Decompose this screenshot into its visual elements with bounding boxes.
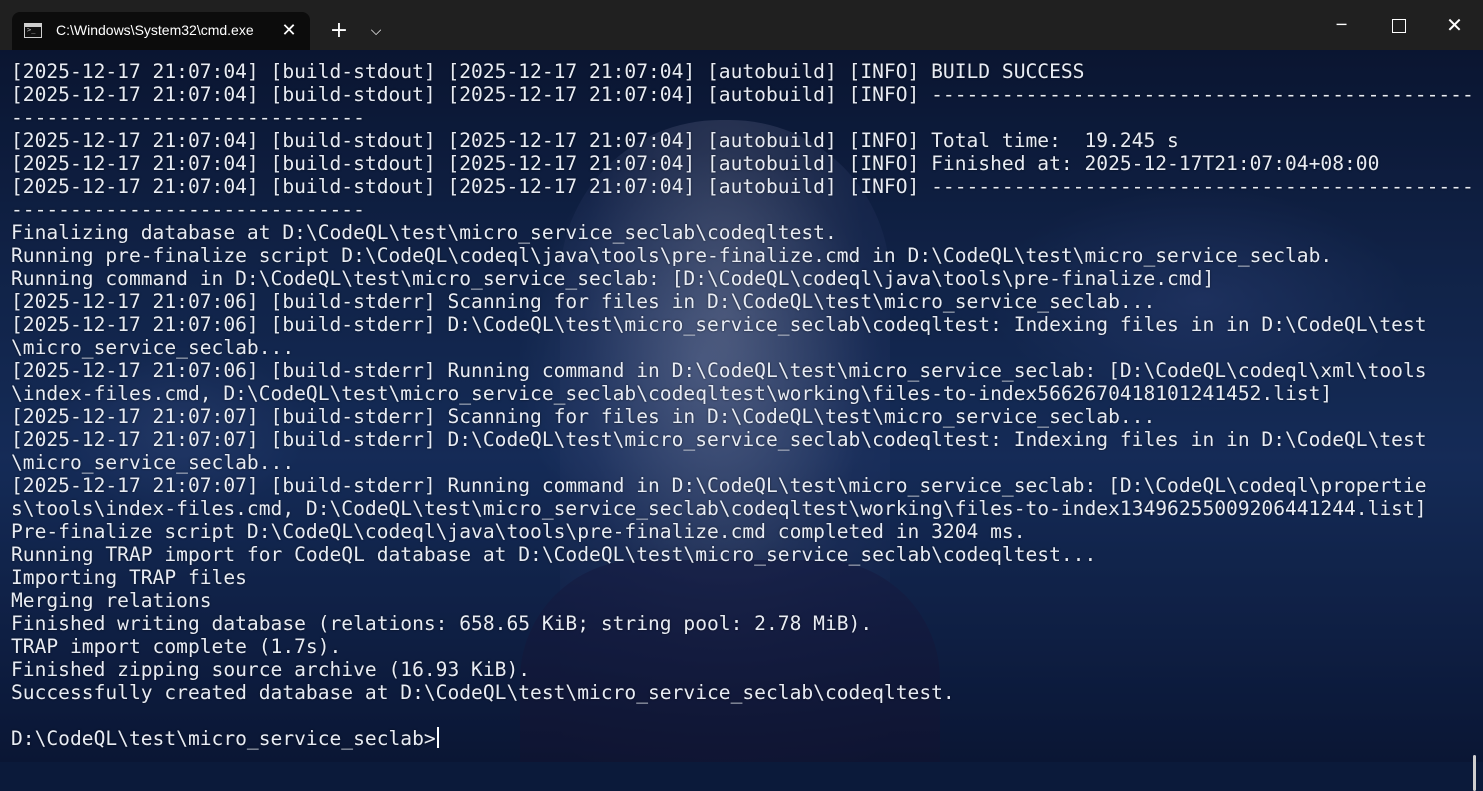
new-tab-button[interactable]: + xyxy=(325,17,353,45)
output-line xyxy=(11,704,1471,727)
command-prompt: D:\CodeQL\test\micro_service_seclab> xyxy=(11,727,436,750)
output-line: [2025-12-17 21:07:07] [build-stderr] Sca… xyxy=(11,405,1156,428)
output-line: Finalizing database at D:\CodeQL\test\mi… xyxy=(11,221,837,244)
output-line: Merging relations xyxy=(11,589,212,612)
output-line: Running command in D:\CodeQL\test\micro_… xyxy=(11,267,1215,290)
output-line: [2025-12-17 21:07:06] [build-stderr] Sca… xyxy=(11,290,1156,313)
close-window-button[interactable]: ✕ xyxy=(1426,0,1483,50)
output-line: Pre-finalize script D:\CodeQL\codeql\jav… xyxy=(11,520,1026,543)
terminal-icon xyxy=(24,23,42,38)
output-line: [2025-12-17 21:07:07] [build-stderr] Run… xyxy=(11,474,1427,497)
output-line: s\tools\index-files.cmd, D:\CodeQL\test\… xyxy=(11,497,1427,520)
output-line: Running pre-finalize script D:\CodeQL\co… xyxy=(11,244,1333,267)
output-lines: [2025-12-17 21:07:04] [build-stdout] [20… xyxy=(11,60,1471,750)
title-bar: C:\Windows\System32\cmd.exe ✕ + ⌵ ─ ✕ xyxy=(0,0,1483,50)
scrollbar[interactable] xyxy=(1473,755,1476,791)
output-line: Finished writing database (relations: 65… xyxy=(11,612,873,635)
output-line: [2025-12-17 21:07:04] [build-stdout] [20… xyxy=(11,129,1179,152)
output-line: [2025-12-17 21:07:04] [build-stdout] [20… xyxy=(11,175,1471,198)
output-line: ------------------------------ xyxy=(11,106,365,129)
output-line: Successfully created database at D:\Code… xyxy=(11,681,955,704)
output-line: TRAP import complete (1.7s). xyxy=(11,635,342,658)
minimize-button[interactable]: ─ xyxy=(1313,0,1370,50)
output-line: [2025-12-17 21:07:04] [build-stdout] [20… xyxy=(11,152,1380,175)
output-line: [2025-12-17 21:07:04] [build-stdout] [20… xyxy=(11,83,1471,106)
output-line: \index-files.cmd, D:\CodeQL\test\micro_s… xyxy=(11,382,1333,405)
output-line: Importing TRAP files xyxy=(11,566,247,589)
output-line: [2025-12-17 21:07:06] [build-stderr] Run… xyxy=(11,359,1427,382)
terminal-output[interactable]: [2025-12-17 21:07:04] [build-stdout] [20… xyxy=(0,50,1483,791)
output-line: Running TRAP import for CodeQL database … xyxy=(11,543,1097,566)
output-line: [2025-12-17 21:07:07] [build-stderr] D:\… xyxy=(11,428,1427,451)
maximize-icon xyxy=(1391,18,1406,33)
prompt-line[interactable]: D:\CodeQL\test\micro_service_seclab> xyxy=(11,727,1471,750)
output-line: \micro_service_seclab... xyxy=(11,336,295,359)
text-cursor xyxy=(436,727,439,748)
tab-title: C:\Windows\System32\cmd.exe xyxy=(56,22,254,38)
close-tab-icon[interactable]: ✕ xyxy=(278,20,300,42)
maximize-button[interactable] xyxy=(1370,0,1427,50)
output-line: [2025-12-17 21:07:04] [build-stdout] [20… xyxy=(11,60,1085,83)
output-line: \micro_service_seclab... xyxy=(11,451,295,474)
tab-cmd[interactable]: C:\Windows\System32\cmd.exe ✕ xyxy=(12,12,310,50)
output-line: ------------------------------ xyxy=(11,198,365,221)
chevron-down-icon[interactable]: ⌵ xyxy=(363,17,389,45)
output-line: [2025-12-17 21:07:06] [build-stderr] D:\… xyxy=(11,313,1427,336)
output-line: Finished zipping source archive (16.93 K… xyxy=(11,658,531,681)
